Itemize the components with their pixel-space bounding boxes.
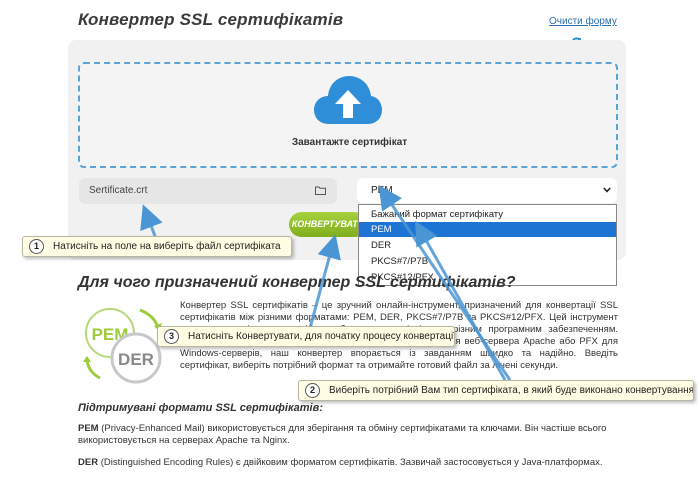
callout-3: 3 Натисніть Конвертувати, для початку пр… <box>157 326 455 347</box>
callout-2: 2 Виберіть потрібний Вам тип сертифіката… <box>298 380 694 401</box>
about-heading: Для чого призначений конвертер SSL серти… <box>78 274 516 291</box>
format-option-selected[interactable]: PEM <box>359 222 616 237</box>
callout-text: Виберіть потрібний Вам тип сертифіката, … <box>329 385 694 396</box>
convert-button[interactable]: КОНВЕРТУВАТИ <box>289 212 367 237</box>
callout-text: Натисніть Конвертувати, для початку проц… <box>188 331 455 342</box>
format-option[interactable]: PKCS#7/P7B <box>359 254 616 269</box>
callout-text: Натисніть на поле на виберіть файл серти… <box>53 241 281 252</box>
cloud-upload-icon <box>314 76 382 124</box>
format-select-value: PEM <box>371 185 393 196</box>
folder-icon <box>315 186 326 195</box>
page-title: Конвертер SSL сертифікатів <box>78 10 344 29</box>
file-name-value: Sertificate.crt <box>89 185 148 196</box>
clear-form-link[interactable]: Очисти форму <box>549 16 617 27</box>
format-select[interactable]: PEM <box>357 178 617 203</box>
chevron-down-icon <box>603 187 611 193</box>
pem-description: PEM (Privacy-Enhanced Mail) використовує… <box>78 423 607 446</box>
callout-1: 1 Натисніть на поле на виберіть файл сер… <box>22 236 292 257</box>
callout-number: 3 <box>164 329 179 344</box>
callout-number: 1 <box>29 239 44 254</box>
callout-number: 2 <box>305 383 320 398</box>
certificate-file-input[interactable]: Sertificate.crt <box>79 178 337 204</box>
format-option[interactable]: DER <box>359 238 616 253</box>
formats-heading: Підтримувані формати SSL сертифікатів: <box>78 402 323 414</box>
upload-label: Завантажте сертифікат <box>291 137 408 148</box>
format-option[interactable]: Бажаний формат сертифікату <box>359 207 616 222</box>
svg-text:DER: DER <box>118 350 154 369</box>
pem-der-logo: PEM DER <box>83 308 162 384</box>
der-description: DER (Distinguished Encoding Rules) є дві… <box>78 457 603 468</box>
